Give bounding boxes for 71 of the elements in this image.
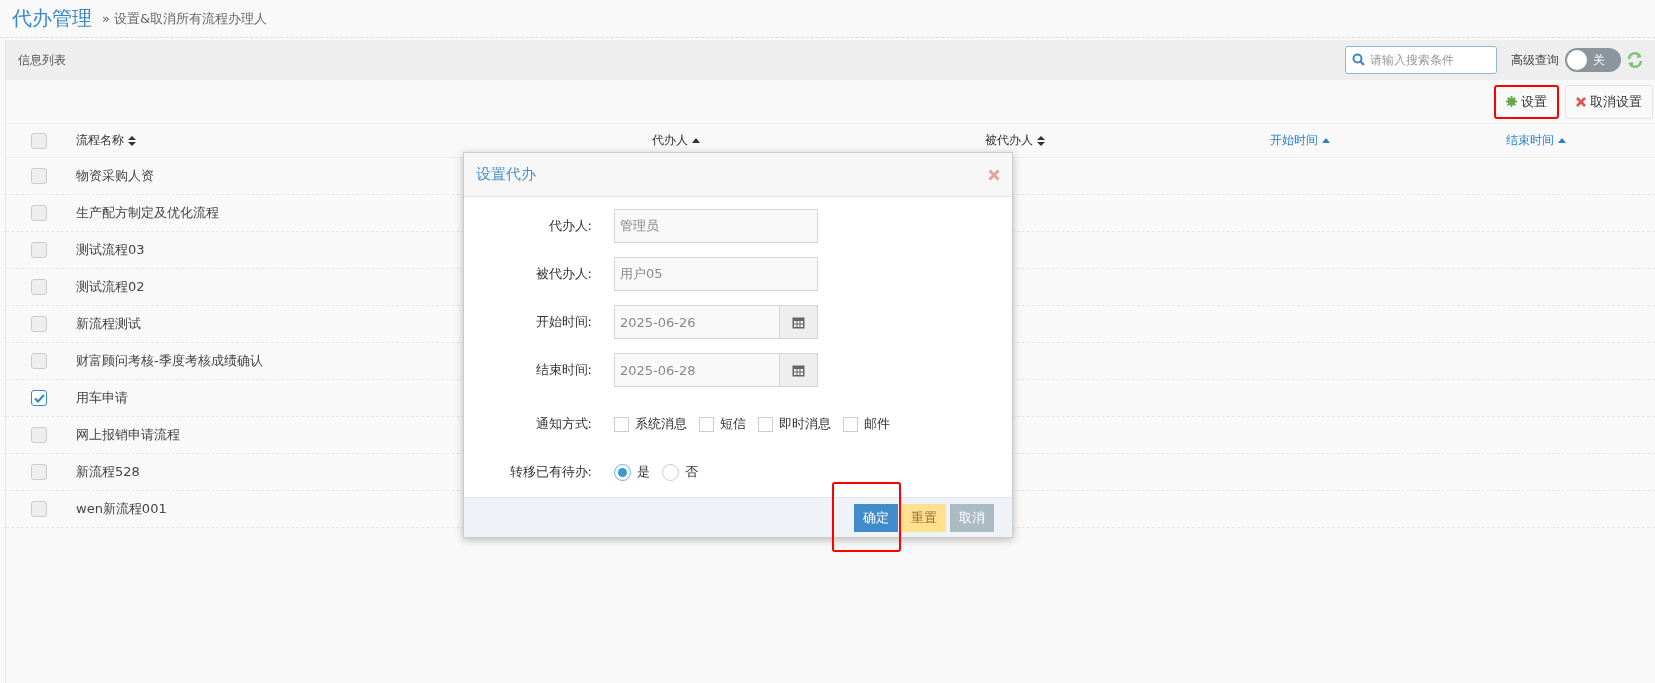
column-header[interactable]: 流程名称: [76, 132, 136, 149]
sort-icon: [1037, 135, 1045, 146]
page-title: 代办管理: [12, 5, 92, 32]
calendar-button[interactable]: [780, 353, 818, 387]
row-checkbox[interactable]: [31, 168, 47, 184]
field-label: 被代办人:: [534, 265, 592, 283]
radio-option[interactable]: 是: [614, 463, 650, 481]
advanced-query-label: 高级查询: [1511, 51, 1559, 69]
row-checkbox[interactable]: [31, 390, 47, 406]
row-checkbox[interactable]: [31, 316, 47, 332]
notify-option[interactable]: 邮件: [843, 415, 890, 433]
row-checkbox[interactable]: [31, 353, 47, 369]
checkbox[interactable]: [699, 416, 714, 432]
set-button[interactable]: 设置: [1494, 84, 1559, 119]
table-cell: 测试流程03: [76, 241, 145, 259]
column-header[interactable]: 被代办人: [985, 132, 1045, 149]
table-cell: 物资采购人资: [76, 167, 154, 185]
table-cell: 财富顾问考核-季度考核成绩确认: [76, 352, 263, 370]
table-cell: 测试流程02: [76, 278, 145, 296]
field-label: 通知方式:: [534, 415, 592, 433]
column-header[interactable]: 开始时间: [1270, 132, 1330, 149]
calendar-button[interactable]: [780, 305, 818, 339]
field-label: 结束时间:: [534, 361, 592, 379]
cancel-set-button[interactable]: 取消设置: [1565, 84, 1653, 119]
row-checkbox[interactable]: [31, 427, 47, 443]
dialog-title: 设置代办: [476, 165, 536, 184]
sort-up-icon: [1558, 138, 1566, 143]
checkbox[interactable]: [843, 416, 858, 432]
field-label: 转移已有待办:: [508, 463, 592, 481]
close-icon: [1576, 96, 1586, 107]
panel-title: 信息列表: [18, 51, 67, 69]
radio-button[interactable]: [662, 463, 679, 481]
row-checkbox[interactable]: [31, 242, 47, 258]
sort-icon: [128, 135, 136, 146]
reset-button[interactable]: 重置: [902, 503, 946, 532]
notify-option[interactable]: 系统消息: [614, 415, 687, 433]
checkbox[interactable]: [758, 416, 773, 432]
table-cell: 网上报销申请流程: [76, 426, 180, 444]
checkbox[interactable]: [614, 416, 629, 432]
field-label: 开始时间:: [534, 313, 592, 331]
refresh-icon[interactable]: [1627, 52, 1643, 68]
check-icon: [33, 393, 45, 403]
breadcrumb: » 设置&取消所有流程办理人: [102, 9, 268, 28]
calendar-icon: [792, 315, 805, 329]
search-field[interactable]: 请输入搜索条件: [1345, 46, 1497, 74]
row-checkbox[interactable]: [31, 205, 47, 221]
calendar-icon: [792, 363, 805, 377]
table-cell: 用车申请: [76, 389, 128, 407]
confirm-button[interactable]: 确定: [854, 503, 898, 532]
notify-option[interactable]: 即时消息: [758, 415, 831, 433]
row-checkbox[interactable]: [31, 501, 47, 517]
sort-up-icon: [692, 138, 700, 143]
sort-up-icon: [1322, 138, 1330, 143]
table-cell: wen新流程001: [76, 500, 167, 518]
table-cell: 新流程528: [76, 463, 140, 481]
table-cell: 新流程测试: [76, 315, 141, 333]
row-checkbox[interactable]: [31, 279, 47, 295]
table-cell: 生产配方制定及优化流程: [76, 204, 219, 222]
gear-icon: [1506, 96, 1517, 107]
field-label: 代办人:: [547, 217, 592, 235]
input-field[interactable]: 用户05: [614, 257, 818, 291]
search-icon: [1352, 53, 1365, 66]
row-checkbox[interactable]: [31, 464, 47, 480]
close-button[interactable]: [988, 168, 1000, 181]
input-field[interactable]: 管理员: [614, 209, 818, 243]
column-header[interactable]: 代办人: [652, 132, 700, 149]
radio-button[interactable]: [614, 463, 631, 481]
select-all-checkbox[interactable]: [31, 132, 47, 149]
notify-option[interactable]: 短信: [699, 415, 746, 433]
column-header[interactable]: 结束时间: [1506, 132, 1566, 149]
radio-option[interactable]: 否: [662, 463, 698, 481]
